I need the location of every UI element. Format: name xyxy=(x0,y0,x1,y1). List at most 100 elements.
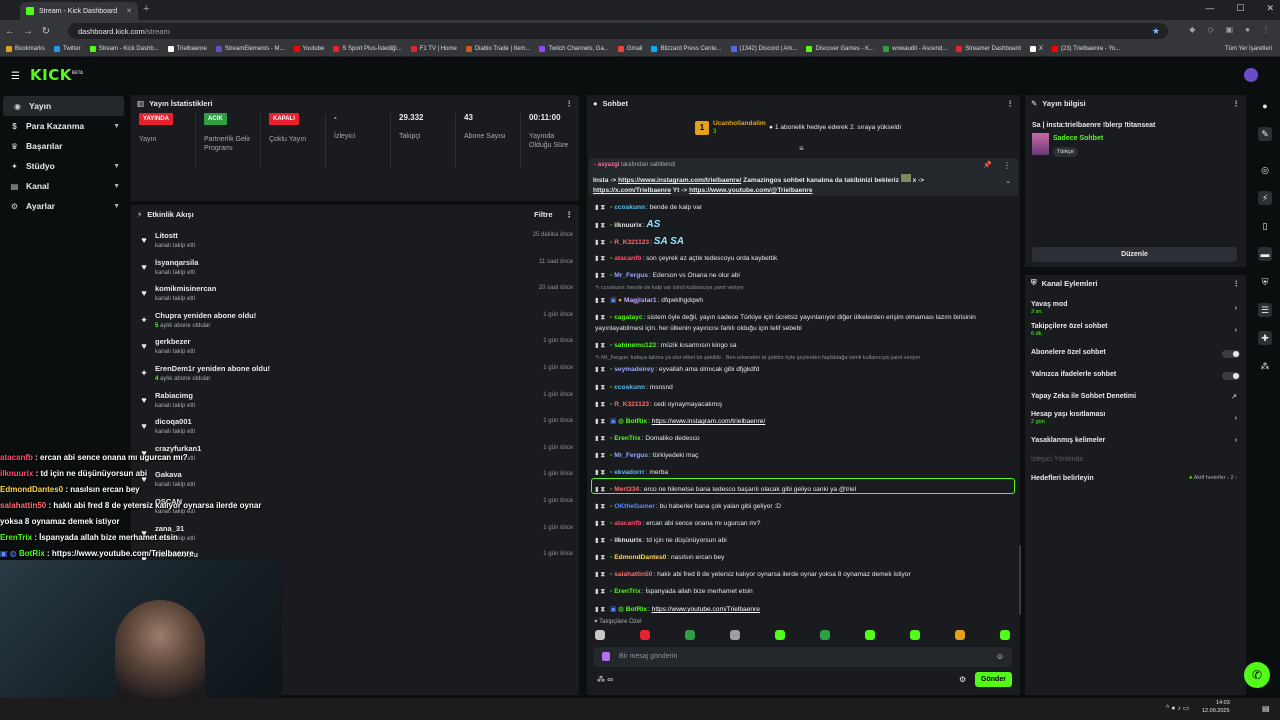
mod-action-icons[interactable]: ▮ ⧗ xyxy=(595,503,605,510)
chat-message[interactable]: ▮ ⧗ ▫ Mr_Fergus: Ederson vs Onana ne olur… xyxy=(595,271,1015,281)
mod-action-icons[interactable]: ▮ ⧗ xyxy=(595,469,605,476)
ai-moderation-setting[interactable]: Yapay Zeka ile Sohbet Denetimi ↗ xyxy=(1031,393,1237,401)
chat-link[interactable]: https://www.youtube.com/Trielbaenre xyxy=(652,606,760,613)
mod-action-icons[interactable]: ▮ ⧗ xyxy=(595,342,605,349)
send-button[interactable]: Gönder xyxy=(975,672,1012,687)
banned-words-setting[interactable]: Yasaklanmış kelimeler › xyxy=(1031,437,1237,444)
activity-title[interactable]: Rabiacimg xyxy=(155,391,193,400)
chat-username[interactable]: ErenTrix xyxy=(614,435,640,442)
chat-message[interactable]: ▮ ⧗ ▣ ● Magjistar1: dfqwklhgdqwh xyxy=(595,296,1015,306)
bookmark-item[interactable]: Bookmarks xyxy=(6,46,45,52)
goals-setting[interactable]: Hedefleri belirleyin ● Aktif hedefler - 2… xyxy=(1031,475,1237,482)
bookmark-item[interactable]: (23) Trielbaenre - Yo... xyxy=(1051,46,1120,52)
info-icon[interactable]: ● xyxy=(1258,99,1272,113)
activity-title[interactable]: Litostt xyxy=(155,231,178,240)
chat-message[interactable]: ▮ ⧗ ▫ OKtheGamer: bu haberler bana çok ya… xyxy=(595,502,1015,512)
reload-icon[interactable]: ↻ xyxy=(38,26,54,37)
bookmark-item[interactable]: Diablo Trade | Item... xyxy=(465,46,530,52)
chat-message[interactable]: ▮ ⧗ ▫ ilknuurix: td için ne düşünüyorsun … xyxy=(595,536,1015,546)
gifter-name[interactable]: Ucanhollandalim xyxy=(713,120,766,127)
mod-action-icons[interactable]: ▮ ⧗ xyxy=(595,606,605,613)
chat-message[interactable]: ▮ ⧗ ▫ atacanfb: ercan abi sence onana mı … xyxy=(595,519,1015,529)
bookmark-item[interactable]: (1342) Discord | Ark... xyxy=(730,46,797,52)
slow-mode-setting[interactable]: Yavaş mod 3 sn. › xyxy=(1031,301,1237,315)
mod-action-icons[interactable]: ▮ ⧗ xyxy=(595,520,605,527)
chat-message[interactable]: ▮ ⧗ ▫ cagatayc: sistem öyle değil, yayın … xyxy=(595,313,1015,323)
bookmark-item[interactable]: StreamElements - M... xyxy=(215,46,285,52)
chat-message[interactable]: ▮ ⧗ ▫ EdmondDantes0: nasılsın ercan bey xyxy=(595,553,1015,563)
chat-username[interactable]: salahattin50 xyxy=(614,571,652,578)
quick-emote-icon[interactable] xyxy=(775,630,785,640)
mod-action-icons[interactable]: ▮ ⧗ xyxy=(595,366,605,373)
edit-button[interactable]: Düzenle xyxy=(1032,247,1237,262)
followers-chat-setting[interactable]: Takipçilere özel sohbet 6 dk. › xyxy=(1031,323,1237,337)
chat-message[interactable]: yayınlayabilmesi için. her ülkenin yayın… xyxy=(595,324,1015,334)
chat-username[interactable]: Mr_Fergus xyxy=(614,272,648,279)
back-icon[interactable]: ← xyxy=(2,26,18,37)
chat-message[interactable]: ▮ ⧗ ▫ ErenTrix: İspanyada allah bize merh… xyxy=(595,587,1015,597)
url-field[interactable]: dashboard.kick.com/stream ★ xyxy=(68,23,1168,39)
activity-title[interactable]: dicoqa001 xyxy=(155,417,192,426)
mod-action-icons[interactable]: ▮ ⧗ xyxy=(595,418,605,425)
forward-icon[interactable]: → xyxy=(20,26,36,37)
chat-scrollbar[interactable] xyxy=(1019,545,1021,615)
shield-icon[interactable]: ⛨ xyxy=(1258,275,1272,289)
mod-action-icons[interactable]: ▮ ⧗ xyxy=(595,297,605,304)
close-window-icon[interactable]: ✕ xyxy=(1266,3,1274,14)
mod-action-icons[interactable]: ▮ ⧗ xyxy=(595,588,605,595)
system-tray-icons[interactable]: ^ ● ♪ ▭ xyxy=(1166,704,1189,712)
chat-message[interactable]: ▮ ⧗ ▣ ◍ BotRix: https://www.instagram.com… xyxy=(595,417,1015,427)
sidebar-item-yayin[interactable]: ◉ Yayın xyxy=(3,96,124,116)
profile-icon[interactable]: ● xyxy=(1245,25,1250,34)
chevron-down-icon[interactable]: ⌄ xyxy=(1005,177,1011,185)
quick-emote-icon[interactable] xyxy=(820,630,830,640)
chat-message[interactable]: ▮ ⧗ ▫ Mr_Fergus: türkiyedeki maç xyxy=(595,451,1015,461)
chat-username[interactable]: EdmondDantes0 xyxy=(614,554,666,561)
new-tab-icon[interactable]: + xyxy=(143,3,149,15)
bookmark-item[interactable]: Trielbaenre xyxy=(167,46,207,52)
mod-action-icons[interactable]: ▮ ⧗ xyxy=(595,255,605,262)
activity-title[interactable]: lsyanqarsila xyxy=(155,258,198,267)
extension-icon[interactable]: ◇ xyxy=(1207,25,1213,34)
chat-username[interactable]: R_K321123 xyxy=(614,401,649,408)
reply-context[interactable]: ↰ Mr_Fergus: kafaya takma ya olur elbet … xyxy=(595,355,920,361)
mod-action-icons[interactable]: ▮ ⧗ xyxy=(595,401,605,408)
minimize-icon[interactable]: — xyxy=(1205,3,1214,14)
chat-username[interactable]: ccoskunn xyxy=(614,384,645,391)
bookmark-item[interactable]: X xyxy=(1029,46,1043,52)
settings-gear-icon[interactable]: ⚙ xyxy=(959,675,966,684)
chat-username[interactable]: Mr_Fergus xyxy=(614,452,648,459)
activity-title[interactable]: komikmisinercan xyxy=(155,284,216,293)
extension-icon[interactable]: ◆ xyxy=(1189,25,1195,34)
all-bookmarks-button[interactable]: Tüm Yer İşaretleri xyxy=(1218,46,1272,52)
chat-username[interactable]: ilknuurix xyxy=(614,222,641,229)
mod-action-icons[interactable]: ▮ ⧗ xyxy=(595,435,605,442)
chat-username[interactable]: cagatayc xyxy=(614,314,642,321)
quick-emote-icon[interactable] xyxy=(955,630,965,640)
more-options-icon[interactable]: ⋮ xyxy=(1003,161,1011,170)
mod-action-icons[interactable]: ▮ ⧗ xyxy=(595,272,605,279)
sidebar-item-para-kazanma[interactable]: $ Para Kazanma ▼ xyxy=(0,116,128,136)
bookmark-item[interactable]: Blizzard Press Cente... xyxy=(651,46,722,52)
list-icon[interactable]: ☰ xyxy=(1258,303,1272,317)
mod-action-icons[interactable]: ▮ ⧗ xyxy=(595,452,605,459)
chat-icon[interactable]: ▬ xyxy=(1258,247,1272,261)
chat-message[interactable]: ▮ ⧗ ▫ ErenTrix: Domaliko dedesco xyxy=(595,434,1015,444)
chat-username[interactable]: BotRix xyxy=(626,606,647,613)
camera-icon[interactable]: ◎ xyxy=(1258,163,1272,177)
chat-link[interactable]: https://www.instagram.com/trielbaenre/ xyxy=(652,418,766,425)
mod-action-icons[interactable]: ▮ ⧗ xyxy=(595,554,605,561)
pinned-by-user[interactable]: asyazgi xyxy=(598,162,620,168)
emoji-icon[interactable]: ☺ xyxy=(996,652,1004,661)
sidebar-item-studyo[interactable]: ✦ Stüdyo ▼ xyxy=(0,156,128,176)
more-options-icon[interactable]: ⋮ xyxy=(566,99,574,108)
bookmark-item[interactable]: Streamer Dashboard xyxy=(956,46,1021,52)
kick-logo[interactable]: KICKBETA xyxy=(30,66,83,84)
chat-username[interactable]: atacanfb xyxy=(614,520,641,527)
mod-action-icons[interactable]: ▮ ⧗ xyxy=(595,314,605,321)
more-options-icon[interactable]: ⋮ xyxy=(1233,279,1241,288)
sidebar-item-kanal[interactable]: ▤ Kanal ▼ xyxy=(0,176,128,196)
activity-title[interactable]: ErenDem1r yeniden abone oldu! xyxy=(155,364,270,373)
quick-emote-icon[interactable] xyxy=(685,630,695,640)
notification-icon[interactable]: ▤ xyxy=(1262,704,1270,713)
